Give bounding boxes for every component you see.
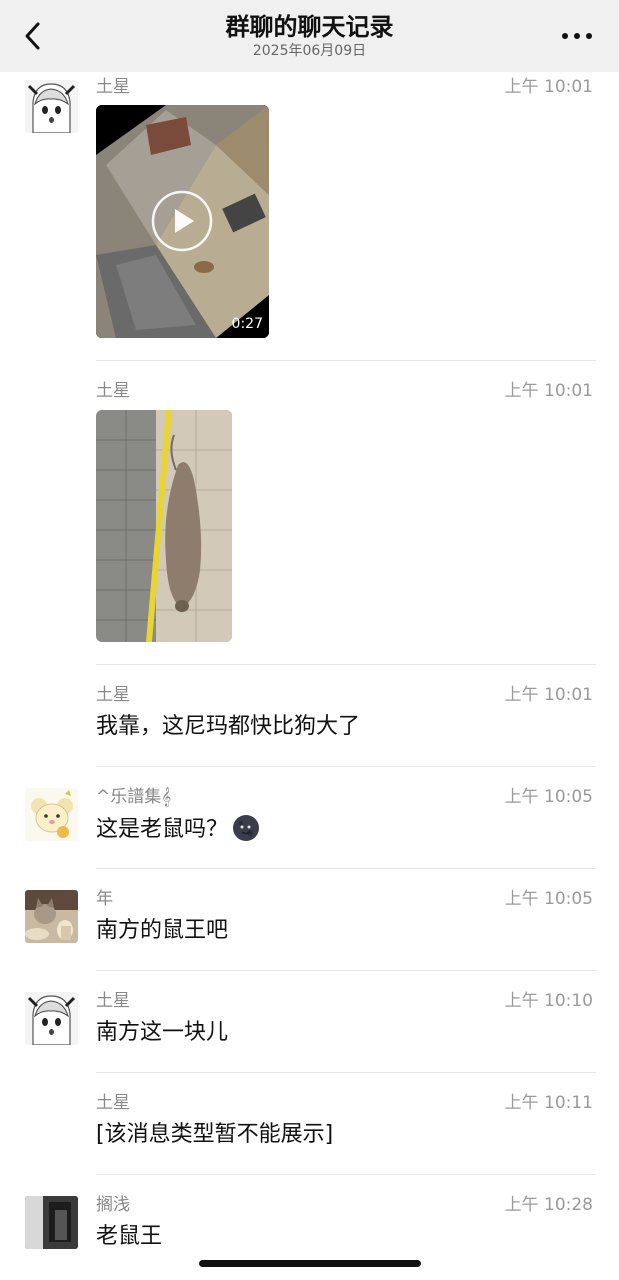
message-text: 我靠，这尼玛都快比狗大了: [96, 714, 361, 739]
avatar[interactable]: [25, 992, 78, 1045]
sender-name: 土星: [96, 1093, 130, 1113]
message-time: 上午 10:11: [504, 1093, 593, 1113]
divider: [96, 1174, 596, 1175]
message-text: [该消息类型暂不能展示]: [96, 1122, 334, 1147]
message-text: 南方这一块儿: [96, 1020, 229, 1045]
more-horizontal-icon[interactable]: [559, 24, 595, 48]
message-item: 土星 上午 10:01 0:27: [0, 72, 619, 362]
message-text: 南方的鼠王吧: [96, 918, 229, 943]
message-item: 土星 上午 10:10 南方这一块儿: [0, 988, 619, 1078]
page-title: 群聊的聊天记录: [225, 13, 394, 41]
new-moon-face-emoji: [233, 815, 260, 841]
sender-name: 土星: [96, 685, 130, 705]
home-indicator: [199, 1260, 421, 1267]
message-time: 上午 10:01: [504, 77, 593, 97]
message-text: 老鼠王: [96, 1224, 163, 1249]
message-time: 上午 10:05: [504, 889, 593, 909]
message-text-content: 这是老鼠吗？: [96, 817, 229, 842]
message-item: ^乐譜集𝄞 上午 10:05 这是老鼠吗？: [0, 784, 619, 874]
message-time: 上午 10:05: [504, 787, 593, 807]
divider: [96, 970, 596, 971]
avatar[interactable]: [25, 80, 78, 133]
divider: [96, 360, 596, 361]
video-duration: 0:27: [231, 316, 263, 332]
message-time: 上午 10:28: [504, 1195, 593, 1215]
message-item: 土星 上午 10:11 [该消息类型暂不能展示]: [0, 1090, 619, 1180]
avatar[interactable]: [25, 1196, 78, 1249]
message-item: 土星 上午 10:01: [0, 378, 619, 668]
divider: [96, 766, 596, 767]
sender-name: 年: [96, 889, 113, 909]
page-date: 2025年06月09日: [252, 43, 367, 59]
divider: [96, 664, 596, 665]
message-time: 上午 10:01: [504, 381, 593, 401]
message-time: 上午 10:01: [504, 685, 593, 705]
sender-name: 土星: [96, 991, 130, 1011]
avatar[interactable]: [25, 788, 78, 841]
message-item: 年 上午 10:05 南方的鼠王吧: [0, 886, 619, 976]
sender-name: 土星: [96, 77, 130, 97]
message-text: 这是老鼠吗？: [96, 814, 260, 845]
message-item: 土星 上午 10:01 我靠，这尼玛都快比狗大了: [0, 682, 619, 772]
divider: [96, 1072, 596, 1073]
sender-name: 土星: [96, 381, 130, 401]
sender-name: 搁浅: [96, 1195, 130, 1215]
avatar[interactable]: [25, 890, 78, 943]
video-thumbnail[interactable]: 0:27: [96, 105, 269, 338]
nav-bar: 群聊的聊天记录 2025年06月09日: [0, 0, 619, 72]
sender-name: ^乐譜集𝄞: [96, 787, 172, 807]
divider: [96, 868, 596, 869]
image-thumbnail[interactable]: [96, 410, 232, 642]
message-time: 上午 10:10: [504, 991, 593, 1011]
